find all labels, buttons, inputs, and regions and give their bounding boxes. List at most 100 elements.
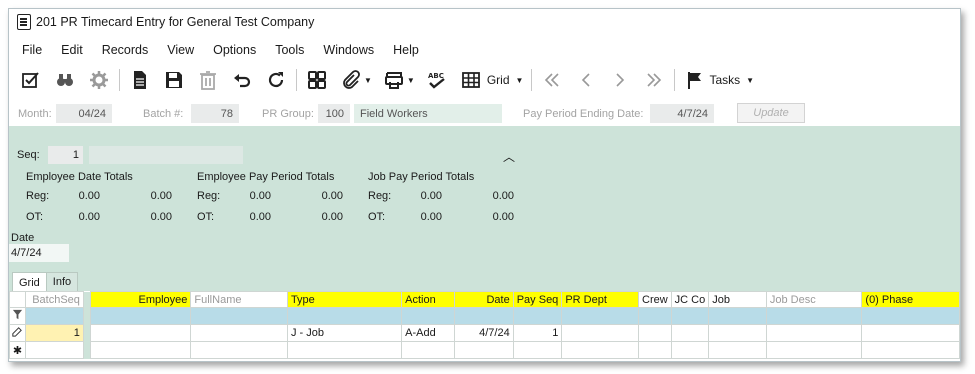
chevron-up-icon[interactable]: ︿ (503, 148, 515, 165)
pr-dept-cell[interactable] (561, 324, 639, 342)
seq-field[interactable]: 1 (48, 146, 83, 164)
filter-cell[interactable] (24, 307, 84, 325)
column-header-job[interactable]: Job (708, 291, 767, 308)
job-desc-cell[interactable] (765, 324, 863, 342)
action-cell[interactable]: A-Add (401, 324, 455, 342)
column-header-batchseq[interactable]: BatchSeq (24, 291, 84, 308)
job-desc-cell[interactable] (765, 341, 863, 359)
pr-group-field[interactable]: 100 (318, 104, 350, 123)
filter-cell[interactable] (453, 307, 514, 325)
spellcheck-icon[interactable]: ABC (425, 68, 449, 92)
menu-tools[interactable]: Tools (275, 43, 304, 57)
jc-co-cell[interactable] (670, 324, 710, 342)
binoculars-icon[interactable] (53, 68, 77, 92)
tab-info[interactable]: Info (45, 272, 79, 291)
column-header-date[interactable]: Date (453, 291, 514, 308)
grid-view-dropdown-icon[interactable]: ▼ (516, 76, 524, 85)
filter-cell[interactable] (708, 307, 767, 325)
print-icon[interactable] (382, 68, 406, 92)
phase-cell[interactable] (861, 324, 960, 342)
last-record-icon[interactable] (642, 68, 666, 92)
fullname-cell[interactable] (190, 341, 288, 359)
first-record-icon[interactable] (540, 68, 564, 92)
column-header-pr-dept[interactable]: PR Dept (561, 291, 639, 308)
tasks-dropdown-icon[interactable]: ▼ (746, 76, 754, 85)
date-cell[interactable] (453, 341, 514, 359)
phase-cell[interactable] (861, 341, 960, 359)
action-cell[interactable] (401, 341, 455, 359)
reg-value: 0.00 (249, 190, 271, 202)
flag-icon[interactable] (683, 68, 707, 92)
pay-seq-cell[interactable] (512, 341, 563, 359)
reg-value: 0.00 (78, 190, 100, 202)
menu-file[interactable]: File (22, 43, 42, 57)
menu-records[interactable]: Records (102, 43, 149, 57)
column-header-pay-seq[interactable]: Pay Seq (512, 291, 563, 308)
update-button[interactable]: Update (737, 103, 805, 123)
employee-cell[interactable] (89, 324, 192, 342)
save-icon[interactable] (162, 68, 186, 92)
filter-cell[interactable] (89, 307, 192, 325)
column-header-crew[interactable]: Crew (638, 291, 672, 308)
undo-icon[interactable] (230, 68, 254, 92)
pay-period-field[interactable]: 4/7/24 (650, 104, 714, 123)
delete-icon[interactable] (196, 68, 220, 92)
batchseq-cell[interactable]: 1 (24, 324, 84, 342)
validate-icon[interactable] (19, 68, 43, 92)
date-field[interactable]: 4/7/24 (9, 244, 69, 262)
new-document-icon[interactable] (128, 68, 152, 92)
type-cell[interactable]: J - Job (286, 324, 403, 342)
grid-view-label[interactable]: Grid (487, 73, 510, 87)
table-row[interactable]: 1 J - Job A-Add 4/7/24 1 (9, 324, 960, 342)
menu-options[interactable]: Options (213, 43, 256, 57)
pr-dept-cell[interactable] (561, 341, 639, 359)
menu-edit[interactable]: Edit (61, 43, 83, 57)
menu-windows[interactable]: Windows (323, 43, 374, 57)
employee-cell[interactable] (89, 341, 192, 359)
job-cell[interactable] (708, 341, 767, 359)
job-cell[interactable] (708, 324, 767, 342)
attachment-icon[interactable] (339, 68, 363, 92)
column-header-type[interactable]: Type (286, 291, 403, 308)
batch-field[interactable]: 78 (191, 104, 239, 123)
filter-icon[interactable] (9, 307, 26, 325)
next-record-icon[interactable] (608, 68, 632, 92)
filter-cell[interactable] (561, 307, 639, 325)
crew-cell[interactable] (638, 341, 672, 359)
filter-cell[interactable] (861, 307, 960, 325)
pay-seq-cell[interactable]: 1 (512, 324, 563, 342)
column-header-employee[interactable]: Employee (89, 291, 192, 308)
filter-cell[interactable] (512, 307, 563, 325)
lookup-grid-icon[interactable] (305, 68, 329, 92)
filter-cell[interactable] (765, 307, 863, 325)
column-header-action[interactable]: Action (401, 291, 455, 308)
tasks-label[interactable]: Tasks (709, 73, 740, 87)
filter-cell[interactable] (286, 307, 403, 325)
grid-filter-row (9, 307, 960, 325)
tab-grid[interactable]: Grid (12, 272, 47, 292)
column-header-job-desc[interactable]: Job Desc (765, 291, 863, 308)
gear-icon[interactable] (87, 68, 111, 92)
filter-cell[interactable] (638, 307, 672, 325)
menu-help[interactable]: Help (393, 43, 419, 57)
filter-cell[interactable] (670, 307, 710, 325)
table-row-new[interactable]: ✱ (9, 341, 960, 359)
month-field[interactable]: 04/24 (56, 104, 112, 123)
date-cell[interactable]: 4/7/24 (453, 324, 514, 342)
column-header-phase[interactable]: (0) Phase (861, 291, 960, 308)
filter-cell[interactable] (401, 307, 455, 325)
batchseq-cell[interactable] (24, 341, 84, 359)
fullname-cell[interactable] (190, 324, 288, 342)
previous-record-icon[interactable] (574, 68, 598, 92)
type-cell[interactable] (286, 341, 403, 359)
print-dropdown-icon[interactable]: ▼ (407, 76, 415, 85)
jc-co-cell[interactable] (670, 341, 710, 359)
grid-view-icon[interactable] (459, 68, 483, 92)
filter-cell[interactable] (190, 307, 288, 325)
column-header-jc-co[interactable]: JC Co (670, 291, 710, 308)
refresh-icon[interactable] (264, 68, 288, 92)
attachment-dropdown-icon[interactable]: ▼ (364, 76, 372, 85)
column-header-fullname[interactable]: FullName (190, 291, 288, 308)
menu-view[interactable]: View (167, 43, 194, 57)
crew-cell[interactable] (638, 324, 672, 342)
